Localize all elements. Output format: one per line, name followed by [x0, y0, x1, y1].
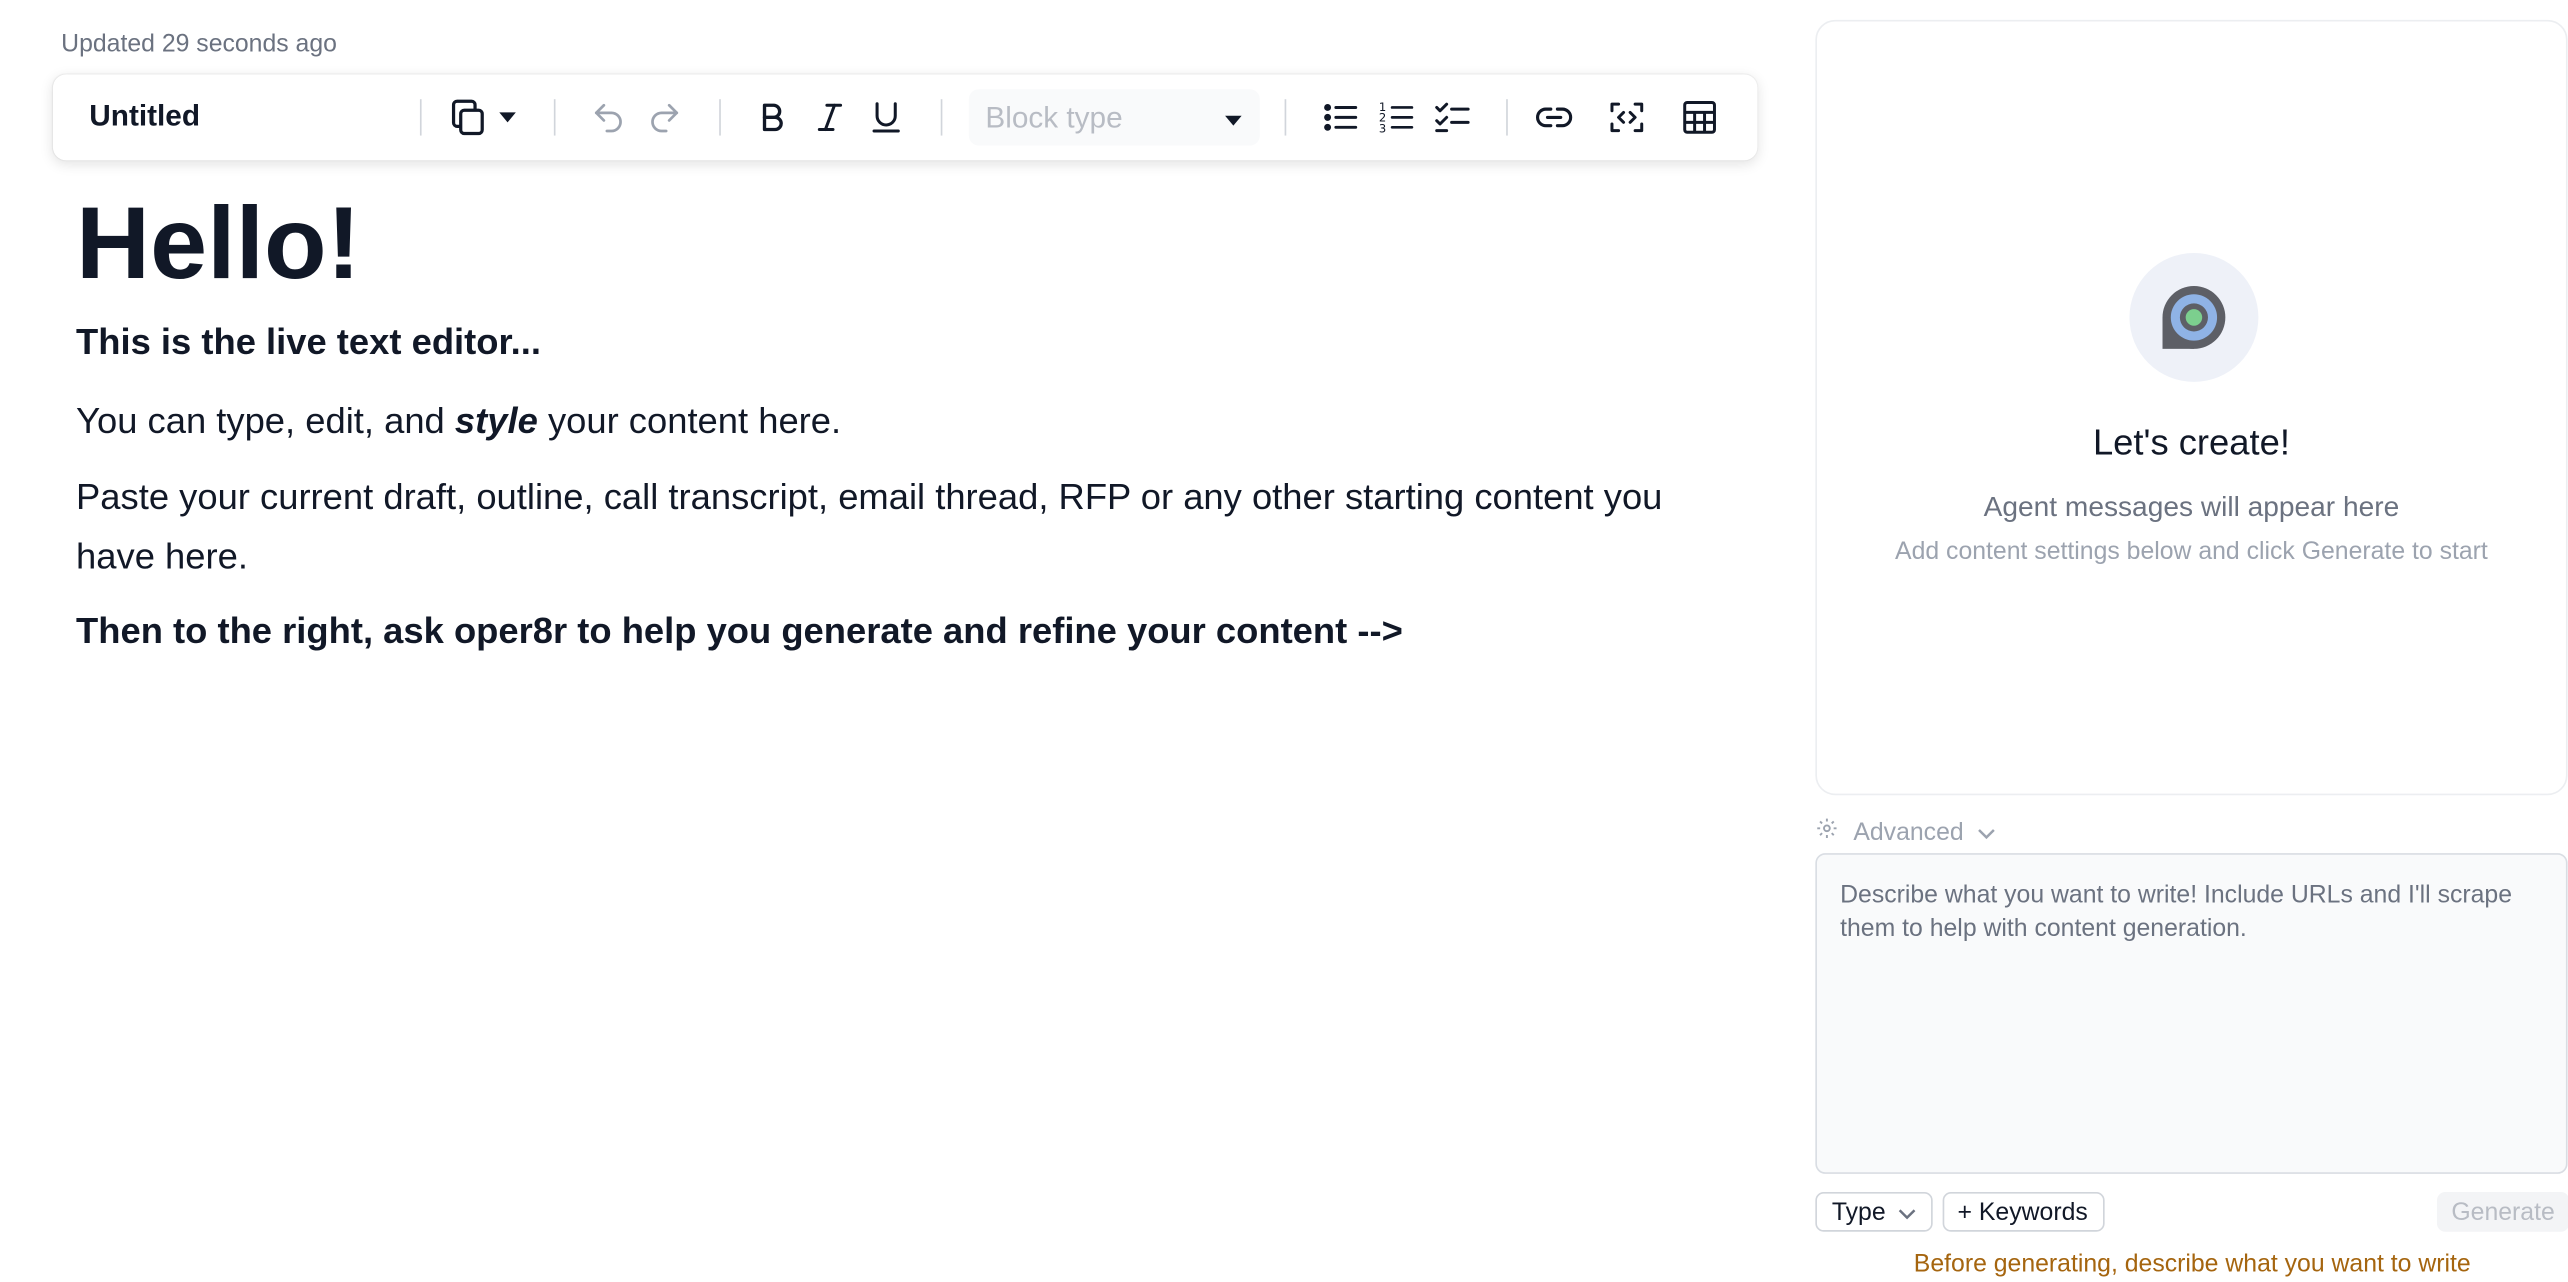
- content-subheading: This is the live text editor...: [76, 320, 541, 363]
- bullet-list-icon[interactable]: [1318, 94, 1364, 140]
- numbered-list-icon[interactable]: 1 2 3: [1374, 94, 1420, 140]
- editor-pane: Updated 29 seconds ago Untitled Block ty…: [0, 0, 1786, 1281]
- toolbar-divider: [1506, 99, 1508, 136]
- copy-icon[interactable]: [445, 94, 491, 140]
- embed-code-icon[interactable]: [1604, 94, 1650, 140]
- toolbar-divider: [419, 99, 422, 136]
- page: Updated 29 seconds ago Untitled Block ty…: [0, 0, 2568, 1281]
- chevron-down-icon: [1898, 1198, 1916, 1226]
- content-paragraph: You can type, edit, and style your conte…: [76, 392, 1729, 452]
- toolbar-divider: [553, 99, 556, 136]
- undo-icon[interactable]: [585, 94, 631, 140]
- empty-state-title: Let's create!: [2092, 421, 2290, 463]
- empty-state-hint: Add content settings below and click Gen…: [1895, 537, 2488, 566]
- document-title[interactable]: Untitled: [89, 99, 200, 134]
- underline-icon[interactable]: [863, 94, 909, 140]
- advanced-toggle[interactable]: Advanced: [1815, 815, 1995, 848]
- generate-button[interactable]: Generate: [2436, 1192, 2568, 1232]
- empty-state-subtitle: Agent messages will appear here: [1983, 491, 2400, 523]
- chevron-down-icon[interactable]: [491, 94, 524, 140]
- table-icon[interactable]: [1676, 94, 1722, 140]
- type-dropdown[interactable]: Type: [1815, 1192, 1933, 1232]
- block-type-placeholder: Block type: [985, 100, 1123, 134]
- block-type-select[interactable]: Block type: [968, 89, 1260, 146]
- agent-messages-area: Let's create! Agent messages will appear…: [1815, 19, 2568, 796]
- agent-panel: Let's create! Agent messages will appear…: [1815, 0, 2568, 1281]
- gear-icon: [1815, 817, 1838, 847]
- generate-warning: Before generating, describe what you wan…: [1913, 1249, 2471, 1279]
- last-updated-status: Updated 29 seconds ago: [61, 29, 337, 58]
- bold-icon[interactable]: [749, 94, 795, 140]
- checklist-icon[interactable]: [1430, 94, 1476, 140]
- type-label: Type: [1831, 1197, 1886, 1226]
- advanced-label: Advanced: [1853, 817, 1964, 846]
- chevron-down-icon: [1977, 818, 1995, 846]
- styled-text: style: [454, 400, 538, 442]
- prompt-textarea[interactable]: Describe what you want to write! Include…: [1815, 853, 2568, 1174]
- toolbar-divider: [719, 99, 721, 136]
- svg-text:3: 3: [1379, 121, 1386, 135]
- add-keywords-button[interactable]: + Keywords: [1942, 1192, 2105, 1232]
- chevron-down-icon: [1223, 100, 1243, 135]
- editor-toolbar: Untitled Block type 1 2 3: [52, 74, 1758, 161]
- content-heading: Hello!: [76, 186, 361, 301]
- italic-icon[interactable]: [807, 94, 853, 140]
- paragraph-text: your content here.: [537, 400, 842, 442]
- redo-icon[interactable]: [641, 94, 687, 140]
- editor-content[interactable]: Hello! This is the live text editor... Y…: [76, 185, 1729, 656]
- generation-controls: Type + Keywords Generate: [1815, 1192, 2568, 1232]
- toolbar-divider: [1284, 99, 1287, 136]
- agent-logo-icon: [2129, 252, 2259, 382]
- content-paragraph: Paste your current draft, outline, call …: [76, 476, 1663, 578]
- link-icon[interactable]: [1531, 94, 1577, 140]
- paragraph-text: You can type, edit, and: [76, 400, 455, 442]
- toolbar-divider: [940, 99, 943, 136]
- content-callout: Then to the right, ask oper8r to help yo…: [76, 610, 1403, 652]
